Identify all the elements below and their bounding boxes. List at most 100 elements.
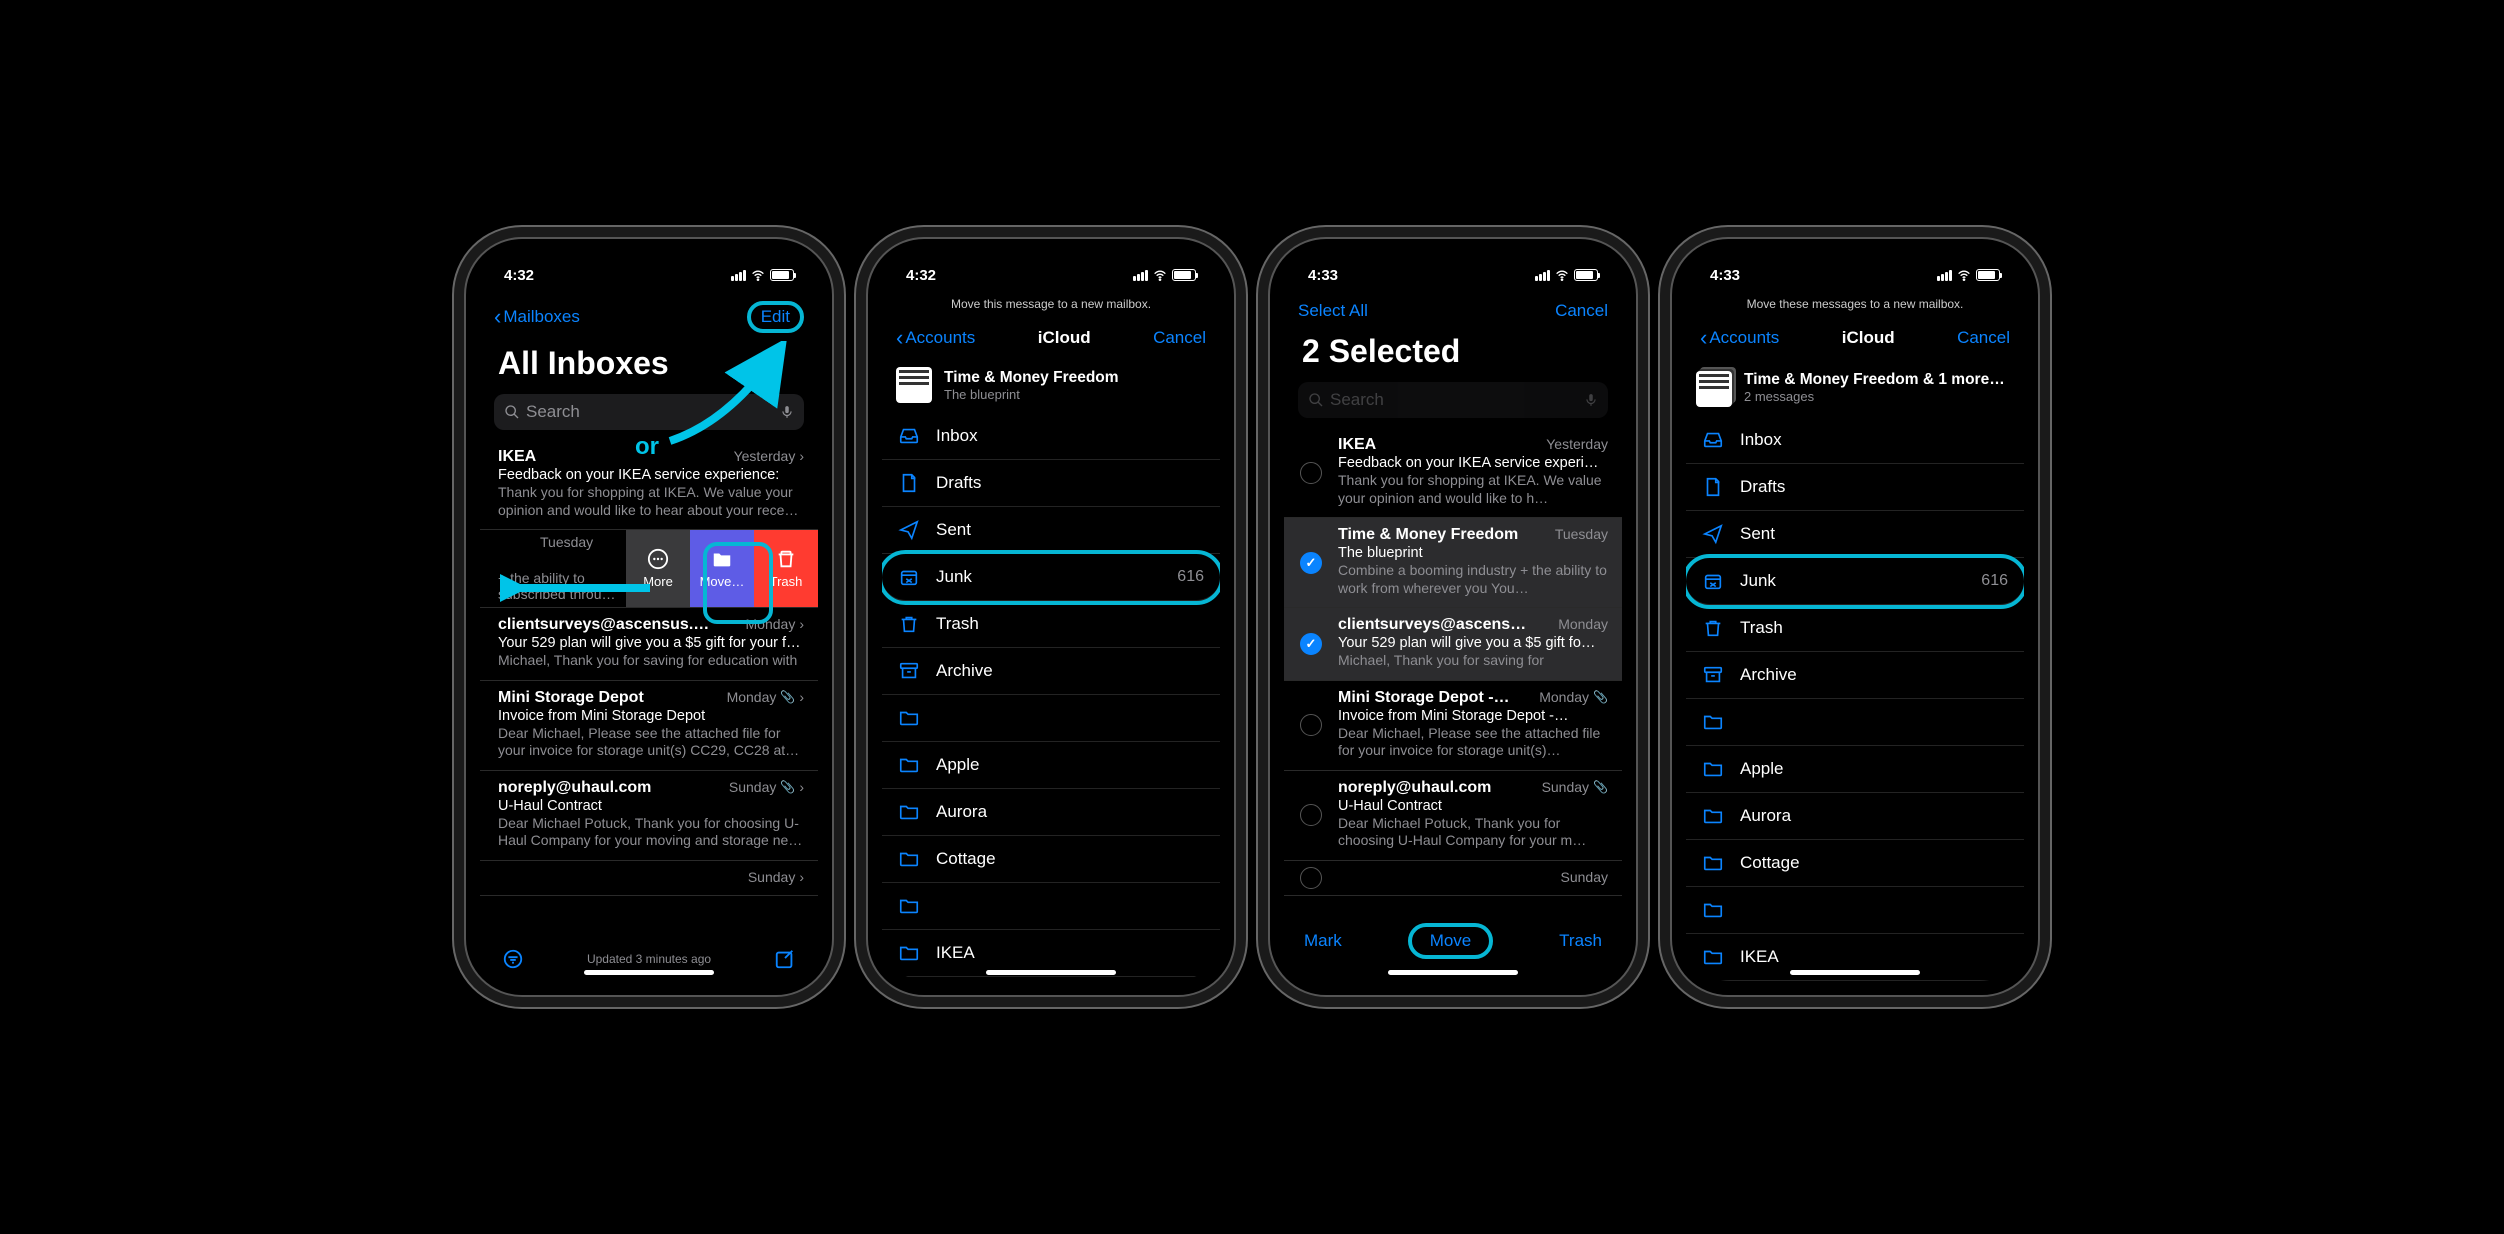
folder-row-empty[interactable]	[882, 695, 1220, 742]
annotation-move-highlight	[703, 542, 773, 624]
folder-row-sent[interactable]: Sent	[1686, 511, 2024, 558]
back-button[interactable]: ‹Accounts	[896, 325, 975, 351]
selection-circle[interactable]	[1300, 714, 1322, 736]
notch	[1770, 253, 1940, 281]
filter-icon[interactable]	[502, 948, 524, 970]
email-row[interactable]: clientsurveys@ascens… Monday Your 529 pl…	[1284, 608, 1622, 681]
home-indicator[interactable]	[1388, 970, 1518, 975]
hint-text: Move these messages to a new mailbox.	[1686, 297, 2024, 321]
folder-row-apple[interactable]: Apple	[882, 742, 1220, 789]
home-indicator[interactable]	[1790, 970, 1920, 975]
folder-row-lantern[interactable]: Lantern	[882, 977, 1220, 981]
folder-label: Cottage	[1740, 853, 1800, 873]
folder-list: Inbox Drafts Sent Junk 616 Trash Archive…	[882, 413, 1220, 981]
folder-row-empty[interactable]	[1686, 699, 2024, 746]
folder-label: Cottage	[936, 849, 996, 869]
trash-icon	[775, 548, 797, 570]
folder-icon	[898, 848, 920, 870]
folder-label: Archive	[1740, 665, 1797, 685]
folder-row-archive[interactable]: Archive	[882, 648, 1220, 695]
folder-count: 616	[1177, 568, 1204, 586]
chevron-right-icon: ›	[799, 869, 804, 885]
folder-label: Inbox	[1740, 430, 1782, 450]
back-label: Mailboxes	[503, 307, 580, 327]
trash-icon	[1702, 617, 1724, 639]
clock: 4:33	[1710, 267, 1740, 284]
folder-row-drafts[interactable]: Drafts	[882, 460, 1220, 507]
email-row[interactable]: Sunday›	[480, 861, 818, 896]
paperclip-icon: 📎	[780, 690, 795, 704]
folder-row-apple[interactable]: Apple	[1686, 746, 2024, 793]
trash-icon	[898, 613, 920, 635]
chevron-right-icon: ›	[799, 448, 804, 464]
clock: 4:32	[504, 267, 534, 284]
email-row[interactable]: Time & Money Freedom Tuesday The bluepri…	[1284, 518, 1622, 608]
folder-row-aurora[interactable]: Aurora	[1686, 793, 2024, 840]
edit-button[interactable]: Edit	[761, 307, 790, 326]
folder-icon	[1702, 711, 1724, 733]
email-row[interactable]: IKEA Yesterday Feedback on your IKEA ser…	[1284, 428, 1622, 518]
folder-row-cottage[interactable]: Cottage	[1686, 840, 2024, 887]
nav-title: iCloud	[1842, 328, 1895, 348]
folder-row-cottage[interactable]: Cottage	[882, 836, 1220, 883]
folder-row-empty[interactable]	[882, 883, 1220, 930]
select-all-button[interactable]: Select All	[1298, 301, 1368, 321]
folder-row-drafts[interactable]: Drafts	[1686, 464, 2024, 511]
folder-label: Archive	[936, 661, 993, 681]
clock: 4:33	[1308, 267, 1338, 284]
selection-circle[interactable]	[1300, 633, 1322, 655]
folder-row-aurora[interactable]: Aurora	[882, 789, 1220, 836]
folder-row-trash[interactable]: Trash	[1686, 605, 2024, 652]
folder-row-junk[interactable]: Junk 616	[882, 554, 1220, 601]
folder-row-empty[interactable]	[1686, 887, 2024, 934]
folder-row-junk[interactable]: Junk 616	[1686, 558, 2024, 605]
folder-label: Junk	[936, 567, 972, 587]
mark-button[interactable]: Mark	[1304, 931, 1342, 951]
folder-row-sent[interactable]: Sent	[882, 507, 1220, 554]
folder-row-trash[interactable]: Trash	[882, 601, 1220, 648]
email-row[interactable]: Mini Storage DepotMonday📎› Invoice from …	[480, 681, 818, 771]
archive-icon	[898, 660, 920, 682]
cancel-button[interactable]: Cancel	[1555, 301, 1608, 321]
folder-row-inbox[interactable]: Inbox	[1686, 417, 2024, 464]
selection-circle[interactable]	[1300, 462, 1322, 484]
cellular-icon	[1937, 270, 1952, 281]
hint-text: Move this message to a new mailbox.	[882, 297, 1220, 321]
updated-text: Updated 3 minutes ago	[587, 952, 711, 966]
email-row[interactable]: noreply@uhaul.com Sunday📎 U-Haul Contrac…	[1284, 771, 1622, 861]
trash-button[interactable]: Trash	[1559, 931, 1602, 951]
battery-icon	[770, 269, 794, 281]
cancel-button[interactable]: Cancel	[1957, 328, 2010, 348]
home-indicator[interactable]	[986, 970, 1116, 975]
move-button[interactable]: Move	[1430, 931, 1472, 950]
junk-icon	[898, 566, 920, 588]
selection-circle[interactable]	[1300, 867, 1322, 889]
email-list: IKEAYesterday› Feedback on your IKEA ser…	[480, 440, 818, 896]
compose-icon[interactable]	[774, 948, 796, 970]
folder-label: Sent	[1740, 524, 1775, 544]
paperclip-icon: 📎	[1593, 780, 1608, 794]
email-row[interactable]: Sunday	[1284, 861, 1622, 896]
folder-row-inbox[interactable]: Inbox	[882, 413, 1220, 460]
chevron-right-icon: ›	[799, 779, 804, 795]
paperclip-icon: 📎	[1593, 690, 1608, 704]
folder-row-archive[interactable]: Archive	[1686, 652, 2024, 699]
back-button[interactable]: ‹ Mailboxes	[494, 304, 580, 330]
message-thumbnail	[896, 367, 932, 403]
mic-icon	[1584, 391, 1598, 409]
back-button[interactable]: ‹Accounts	[1700, 325, 1779, 351]
selection-circle[interactable]	[1300, 804, 1322, 826]
email-row[interactable]: Mini Storage Depot -… Monday📎 Invoice fr…	[1284, 681, 1622, 771]
cellular-icon	[1133, 270, 1148, 281]
email-row[interactable]: noreply@uhaul.comSunday📎› U-Haul Contrac…	[480, 771, 818, 861]
home-indicator[interactable]	[584, 970, 714, 975]
move-button-highlight: Move	[1408, 923, 1494, 959]
wifi-icon	[750, 267, 766, 283]
chevron-right-icon: ›	[799, 689, 804, 705]
phone-4: 4:33 Move these messages to a new mailbo…	[1670, 237, 2040, 997]
selection-circle[interactable]	[1300, 552, 1322, 574]
folder-icon	[1702, 852, 1724, 874]
battery-icon	[1172, 269, 1196, 281]
folder-label: Drafts	[1740, 477, 1785, 497]
cancel-button[interactable]: Cancel	[1153, 328, 1206, 348]
